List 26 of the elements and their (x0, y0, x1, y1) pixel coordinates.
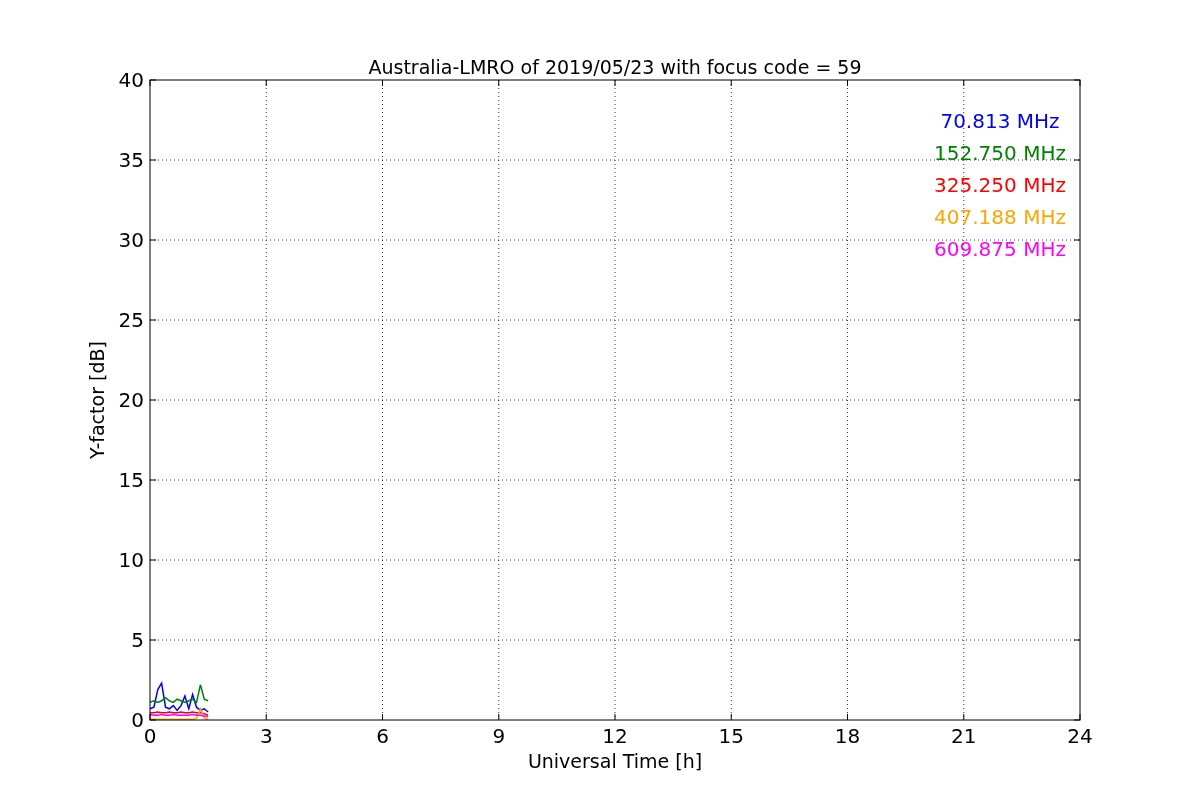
x-tick-label: 21 (951, 724, 977, 748)
x-tick-label: 6 (376, 724, 389, 748)
x-tick-label: 24 (1067, 724, 1093, 748)
y-tick-label: 25 (118, 308, 144, 332)
x-tick-label: 9 (492, 724, 506, 748)
x-tick-label: 15 (718, 724, 744, 748)
y-tick-label: 15 (118, 468, 144, 492)
x-axis-label: Universal Time [h] (527, 750, 703, 772)
chart-title: Australia-LMRO of 2019/05/23 with focus code = 59 (368, 56, 862, 78)
y-tick-label: 20 (118, 388, 144, 412)
legend-label: 70.813 MHz (940, 109, 1060, 133)
x-tick-label: 3 (259, 724, 273, 748)
x-tick-label: 0 (143, 724, 157, 748)
y-tick-label: 5 (131, 628, 144, 652)
y-tick-label: 40 (118, 68, 144, 92)
y-axis-label: Y-factor [dB] (86, 341, 108, 459)
legend-label: 407.188 MHz (934, 205, 1066, 229)
x-tick-label: 18 (834, 724, 861, 748)
y-tick-label: 0 (131, 708, 144, 732)
legend-label: 609.875 MHz (934, 237, 1066, 261)
legend-label: 325.250 MHz (934, 173, 1066, 197)
legend-label: 152.750 MHz (934, 141, 1066, 165)
y-tick-label: 30 (118, 228, 144, 252)
x-tick-label: 12 (602, 724, 628, 748)
y-tick-label: 10 (118, 548, 144, 572)
y-tick-label: 35 (118, 148, 144, 172)
